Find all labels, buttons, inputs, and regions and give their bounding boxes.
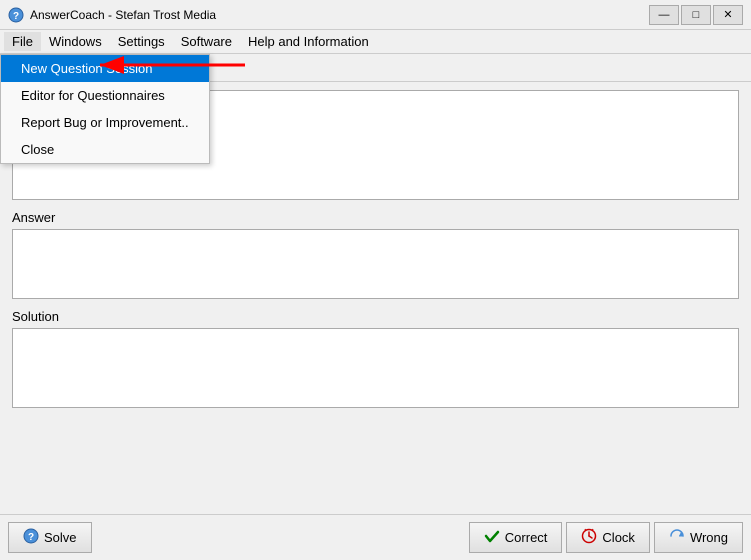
menu-new-question-session[interactable]: New Question Session — [1, 55, 209, 82]
minimize-button[interactable]: — — [649, 5, 679, 25]
file-dropdown: New Question Session Editor for Question… — [0, 54, 210, 164]
clock-label: Clock — [602, 530, 635, 545]
wrong-button[interactable]: Wrong — [654, 522, 743, 553]
window-title: AnswerCoach - Stefan Trost Media — [30, 8, 216, 22]
bottom-right-buttons: Correct Clock Wrong — [469, 522, 743, 553]
bottom-toolbar: ? Solve Correct — [0, 514, 751, 560]
answer-box[interactable] — [12, 229, 739, 299]
app-icon: ? — [8, 7, 24, 23]
menu-software[interactable]: Software — [173, 32, 240, 51]
answer-section: Answer — [12, 210, 739, 299]
menu-bar: File Windows Settings Software Help and … — [0, 30, 751, 54]
close-button[interactable]: ✕ — [713, 5, 743, 25]
solution-box — [12, 328, 739, 408]
menu-help[interactable]: Help and Information — [240, 32, 377, 51]
menu-settings[interactable]: Settings — [110, 32, 173, 51]
solve-icon: ? — [23, 528, 39, 547]
title-bar: ? AnswerCoach - Stefan Trost Media — □ ✕ — [0, 0, 751, 30]
menu-editor[interactable]: Editor for Questionnaires — [1, 82, 209, 109]
solution-label: Solution — [12, 309, 739, 324]
solve-button[interactable]: ? Solve — [8, 522, 92, 553]
svg-text:?: ? — [28, 532, 34, 543]
correct-button[interactable]: Correct — [469, 522, 563, 553]
correct-label: Correct — [505, 530, 548, 545]
solve-label: Solve — [44, 530, 77, 545]
window-controls: — □ ✕ — [649, 5, 743, 25]
answer-label: Answer — [12, 210, 739, 225]
svg-text:?: ? — [13, 11, 19, 22]
menu-windows[interactable]: Windows — [41, 32, 110, 51]
menu-close[interactable]: Close — [1, 136, 209, 163]
menu-report-bug[interactable]: Report Bug or Improvement.. — [1, 109, 209, 136]
clock-button[interactable]: Clock — [566, 522, 650, 553]
clock-icon — [581, 528, 597, 547]
wrong-icon — [669, 528, 685, 547]
maximize-button[interactable]: □ — [681, 5, 711, 25]
wrong-label: Wrong — [690, 530, 728, 545]
correct-icon — [484, 528, 500, 547]
menu-file[interactable]: File — [4, 32, 41, 51]
solution-section: Solution — [12, 309, 739, 408]
bottom-left-buttons: ? Solve — [8, 522, 92, 553]
